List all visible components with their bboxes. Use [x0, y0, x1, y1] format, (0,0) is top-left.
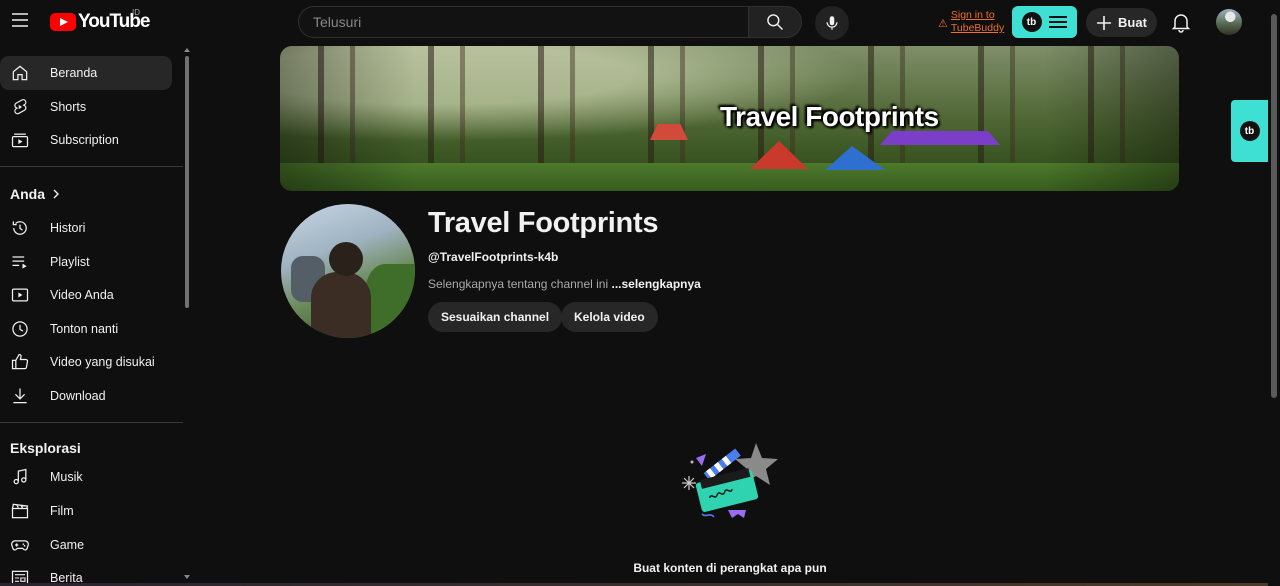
empty-state: Buat konten di perangkat apa pun — [300, 559, 1160, 577]
scroll-down-arrow-icon[interactable] — [184, 575, 190, 579]
search-box — [298, 6, 776, 38]
channel-name: Travel Footprints — [428, 207, 659, 239]
your-videos-icon — [11, 288, 29, 302]
microphone-icon — [826, 16, 838, 30]
tubebuddy-logo-icon: tb — [1239, 121, 1260, 141]
empty-state-message: Buat konten di perangkat apa pun — [633, 561, 827, 575]
voice-search-button[interactable] — [815, 6, 849, 40]
page-scrollbar[interactable] — [1268, 0, 1280, 586]
more-about-link[interactable]: ...selengkapnya — [611, 277, 700, 291]
sidebar-item-label: Download — [50, 389, 106, 403]
avatar-body — [311, 272, 371, 338]
sidebar-item-home[interactable]: Beranda — [0, 56, 172, 90]
tubebuddy-side-tab[interactable]: tb — [1231, 100, 1268, 162]
sidebar-divider — [0, 422, 183, 423]
sidebar-item-subscriptions[interactable]: Subscription — [0, 123, 172, 157]
sidebar-item-label: Beranda — [50, 66, 98, 80]
channel-description-text: Selengkapnya tentang channel ini — [428, 277, 609, 291]
warning-icon: ⚠ — [938, 18, 948, 30]
section-heading: Eksplorasi — [10, 440, 81, 456]
sidebar-scroll-thumb[interactable] — [185, 56, 189, 308]
section-heading: Anda — [10, 186, 45, 202]
watch-later-icon — [12, 321, 28, 337]
create-button-label: Buat — [1118, 15, 1147, 30]
avatar-head — [329, 242, 363, 276]
search-button[interactable] — [748, 6, 802, 38]
subscriptions-icon — [11, 133, 29, 148]
tubebuddy-signin-link[interactable]: ⚠ Sign in to TubeBuddy — [938, 9, 1004, 35]
channel-description: Selengkapnya tentang channel ini ...sele… — [428, 277, 701, 291]
sidebar-scrollbar[interactable] — [184, 48, 190, 586]
sidebar-item-shorts[interactable]: Shorts — [0, 90, 172, 124]
game-controller-icon — [11, 540, 29, 551]
sidebar-section-you[interactable]: Anda — [10, 186, 61, 202]
country-code: ID — [132, 8, 140, 17]
sidebar-item-watch-later[interactable]: Tonton nanti — [0, 312, 172, 346]
channel-banner: Travel Footprints — [280, 46, 1179, 191]
sidebar-section-explore: Eksplorasi — [10, 440, 81, 456]
sidebar-item-playlist[interactable]: Playlist — [0, 245, 172, 279]
tubebuddy-logo-icon: tb — [1021, 12, 1042, 32]
sidebar-divider — [0, 166, 183, 167]
download-icon — [13, 388, 27, 404]
account-avatar[interactable] — [1216, 9, 1242, 35]
sidebar-item-film[interactable]: Film — [0, 494, 172, 528]
tubebuddy-signin-text: Sign in to TubeBuddy — [950, 9, 1005, 34]
clapperboard-icon — [11, 503, 29, 519]
sidebar-item-label: Video Anda — [50, 288, 114, 302]
channel-handle: @TravelFootprints-k4b — [428, 250, 559, 264]
tubebuddy-menu-button[interactable]: tb — [1012, 6, 1077, 38]
channel-avatar[interactable] — [281, 204, 415, 338]
sidebar-item-label: Game — [50, 538, 85, 552]
sidebar-item-label: Shorts — [50, 100, 87, 114]
sidebar-item-label: Video yang disukai — [50, 355, 155, 369]
sidebar-item-label: Tonton nanti — [50, 322, 119, 336]
customize-channel-button[interactable]: Sesuaikan channel — [428, 302, 563, 332]
sidebar: Beranda Shorts Subscription Anda Histori… — [0, 48, 184, 586]
sidebar-item-music[interactable]: Musik — [0, 460, 172, 494]
scroll-up-arrow-icon[interactable] — [184, 48, 190, 52]
sidebar-item-label: Subscription — [50, 133, 119, 147]
shorts-icon — [14, 99, 27, 115]
sidebar-item-downloads[interactable]: Download — [0, 379, 172, 413]
create-button[interactable]: Buat — [1086, 8, 1157, 37]
history-icon — [12, 221, 27, 235]
page-scroll-thumb[interactable] — [1271, 14, 1277, 398]
manage-videos-button[interactable]: Kelola video — [561, 302, 658, 332]
thumbs-up-icon — [11, 353, 29, 370]
search-icon — [767, 14, 784, 31]
notifications-bell-icon[interactable] — [1169, 10, 1193, 34]
sidebar-item-gaming[interactable]: Game — [0, 528, 172, 562]
sidebar-item-label: Playlist — [50, 255, 90, 269]
hamburger-icon — [1048, 16, 1067, 28]
chevron-right-icon — [53, 189, 59, 199]
create-content-illustration — [682, 443, 778, 518]
sidebar-item-label: Musik — [50, 470, 83, 484]
search-input[interactable] — [299, 7, 776, 37]
sidebar-item-history[interactable]: Histori — [0, 211, 172, 245]
sidebar-item-liked-videos[interactable]: Video yang disukai — [0, 345, 172, 379]
avatar-foliage — [365, 264, 415, 338]
youtube-play-icon — [50, 13, 76, 31]
top-bar: YouTube ID ⚠ Sign in to TubeBuddy tb Bua… — [0, 0, 1280, 44]
music-note-icon — [13, 468, 27, 485]
guide-menu-icon[interactable] — [8, 8, 32, 32]
plus-icon — [1097, 15, 1112, 30]
sidebar-item-label: Histori — [50, 221, 86, 235]
home-icon — [12, 65, 28, 81]
playlist-icon — [12, 256, 27, 269]
sidebar-item-label: Film — [50, 504, 74, 518]
banner-title: Travel Footprints — [720, 101, 939, 132]
sidebar-item-your-videos[interactable]: Video Anda — [0, 278, 172, 312]
